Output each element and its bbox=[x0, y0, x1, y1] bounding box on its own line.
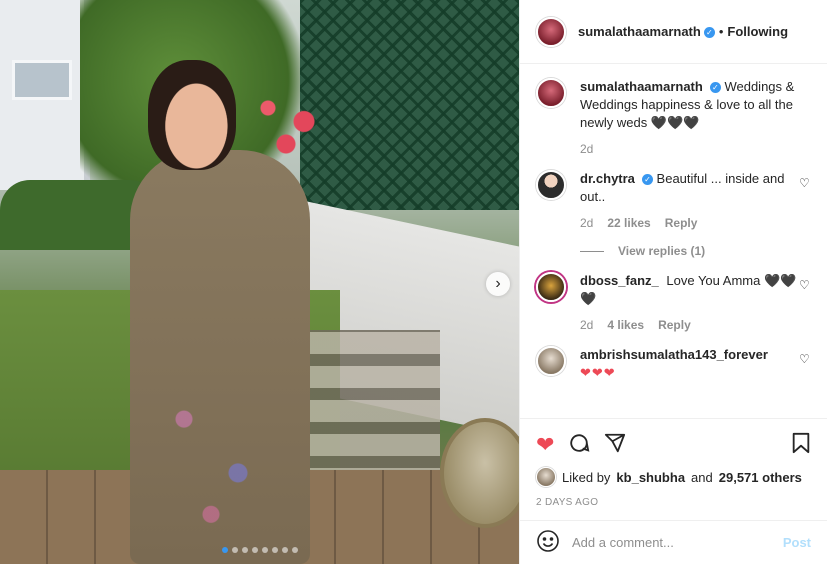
add-comment-bar: Post bbox=[520, 520, 827, 564]
caption-username[interactable]: sumalathaamarnath bbox=[580, 79, 703, 94]
post-button[interactable]: Post bbox=[783, 535, 811, 550]
carousel-dot bbox=[291, 547, 298, 553]
liked-by: Liked by kb_shubha and 29,571 others bbox=[536, 467, 811, 487]
photo-flowers bbox=[250, 90, 340, 180]
comment-likes[interactable]: 4 likes bbox=[607, 316, 644, 334]
author-username[interactable]: sumalathaamarnath bbox=[578, 24, 701, 39]
caption: sumalathaamarnath ✓ Weddings & Weddings h… bbox=[536, 78, 811, 158]
bookmark-icon[interactable] bbox=[791, 432, 811, 458]
comment-likes[interactable]: 22 likes bbox=[607, 214, 650, 232]
comment-text: ❤❤❤ bbox=[580, 365, 616, 380]
verified-icon: ✓ bbox=[709, 82, 721, 94]
liked-by-and: and bbox=[691, 469, 713, 485]
carousel-dot bbox=[221, 547, 228, 553]
commenter-avatar[interactable] bbox=[536, 346, 566, 376]
post-header: sumalathaamarnath ✓ • Following bbox=[520, 0, 827, 64]
comment-username[interactable]: ambrishsumalatha143_forever bbox=[580, 347, 768, 362]
carousel-dot bbox=[281, 547, 288, 553]
commenter-avatar[interactable] bbox=[536, 170, 566, 200]
post-date[interactable]: 2 DAYS AGO bbox=[536, 497, 811, 508]
comments-list[interactable]: sumalathaamarnath ✓ Weddings & Weddings h… bbox=[520, 64, 827, 418]
comment-item: dr.chytra ✓ Beautiful ... inside and out.… bbox=[536, 170, 811, 232]
carousel-dots bbox=[0, 547, 519, 553]
verified-icon: ✓ bbox=[641, 174, 653, 186]
liker-avatar[interactable] bbox=[536, 467, 556, 487]
carousel-dot bbox=[241, 547, 248, 553]
reply-button[interactable]: Reply bbox=[665, 214, 698, 232]
heart-outline-icon[interactable]: ♡ bbox=[799, 176, 811, 190]
header-separator: • bbox=[718, 24, 724, 39]
comment-icon[interactable] bbox=[568, 432, 590, 458]
commenter-avatar[interactable] bbox=[536, 272, 566, 302]
carousel-dot bbox=[271, 547, 278, 553]
comment-item: dboss_fanz_ Love You Amma 🖤🖤🖤 2d 4 likes… bbox=[536, 272, 811, 334]
verified-icon: ✓ bbox=[703, 27, 715, 39]
comment-username[interactable]: dr.chytra bbox=[580, 171, 635, 186]
reply-button[interactable]: Reply bbox=[658, 316, 691, 334]
comment-age: 2d bbox=[580, 216, 594, 230]
carousel-dot bbox=[261, 547, 268, 553]
following-button[interactable]: Following bbox=[727, 24, 788, 39]
author-avatar[interactable] bbox=[536, 16, 566, 47]
liked-by-count[interactable]: 29,571 others bbox=[719, 470, 802, 485]
photo-woman-head bbox=[148, 60, 236, 170]
view-replies-label: View replies (1) bbox=[618, 244, 706, 258]
comment-item: ambrishsumalatha143_forever ❤❤❤ ♡ bbox=[536, 346, 811, 382]
view-replies-button[interactable]: View replies (1) bbox=[580, 244, 811, 258]
post-actions: ❤ Liked by kb_shubha and 29,571 others 2… bbox=[520, 418, 827, 520]
liked-by-user[interactable]: kb_shubha bbox=[616, 470, 685, 485]
photo-stepping-stones bbox=[300, 330, 440, 490]
carousel-dot bbox=[251, 547, 258, 553]
caption-age: 2d bbox=[580, 142, 594, 156]
emoji-icon[interactable] bbox=[536, 529, 560, 556]
carousel-dot bbox=[231, 547, 238, 553]
chevron-right-icon[interactable]: › bbox=[486, 272, 510, 296]
post-panel: sumalathaamarnath ✓ • Following sumalathaam… bbox=[519, 0, 827, 564]
photo-woman-saree bbox=[130, 150, 310, 564]
heart-icon[interactable]: ❤ bbox=[536, 434, 554, 456]
comment-username[interactable]: dboss_fanz_ bbox=[580, 273, 659, 288]
author-avatar[interactable] bbox=[536, 78, 566, 108]
post-photo[interactable]: › bbox=[0, 0, 519, 564]
photo-house bbox=[0, 0, 90, 190]
heart-outline-icon[interactable]: ♡ bbox=[799, 278, 811, 292]
share-icon[interactable] bbox=[604, 432, 626, 458]
comment-age: 2d bbox=[580, 318, 594, 332]
comment-input[interactable] bbox=[572, 535, 771, 550]
heart-outline-icon[interactable]: ♡ bbox=[799, 352, 811, 366]
liked-by-prefix: Liked by bbox=[562, 469, 611, 485]
